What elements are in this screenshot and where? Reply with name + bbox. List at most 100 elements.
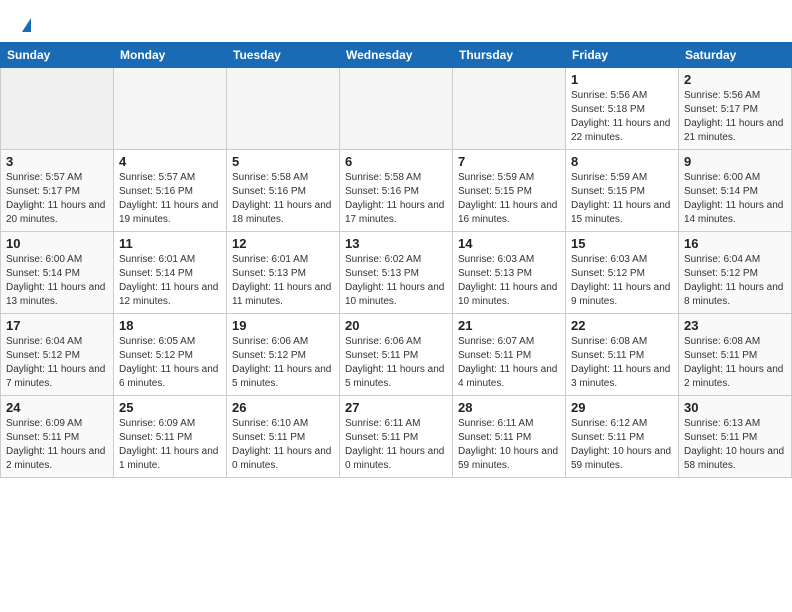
day-number: 27: [345, 400, 447, 415]
day-info: Sunrise: 6:08 AMSunset: 5:11 PMDaylight:…: [684, 335, 786, 391]
calendar-cell: 16 Sunrise: 6:04 AMSunset: 5:12 PMDayligh…: [679, 232, 792, 314]
calendar-cell: 13 Sunrise: 6:02 AMSunset: 5:13 PMDayligh…: [340, 232, 453, 314]
day-number: 22: [571, 318, 673, 333]
day-number: 28: [458, 400, 560, 415]
day-info: Sunrise: 5:58 AMSunset: 5:16 PMDaylight:…: [345, 171, 447, 227]
calendar-cell: 2 Sunrise: 5:56 AMSunset: 5:17 PMDaylight…: [679, 68, 792, 150]
calendar-cell: 7Sunrise: 5:59 AMSunset: 5:15 PMDaylight…: [453, 150, 566, 232]
calendar-cell: 9Sunrise: 6:00 AMSunset: 5:14 PMDaylight…: [679, 150, 792, 232]
calendar-cell: 21 Sunrise: 6:07 AMSunset: 5:11 PMDayligh…: [453, 314, 566, 396]
weekday-header-saturday: Saturday: [679, 43, 792, 68]
day-number: 17: [6, 318, 108, 333]
day-info: Sunrise: 6:11 AMSunset: 5:11 PMDaylight:…: [458, 417, 560, 473]
day-number: 24: [6, 400, 108, 415]
calendar-cell: [453, 68, 566, 150]
day-number: 20: [345, 318, 447, 333]
day-number: 6: [345, 154, 447, 169]
day-info: Sunrise: 6:05 AMSunset: 5:12 PMDaylight:…: [119, 335, 221, 391]
day-info: Sunrise: 6:03 AMSunset: 5:13 PMDaylight:…: [458, 253, 560, 309]
calendar-cell: 29 Sunrise: 6:12 AMSunset: 5:11 PMDayligh…: [566, 396, 679, 478]
calendar-cell: 11 Sunrise: 6:01 AMSunset: 5:14 PMDayligh…: [114, 232, 227, 314]
day-number: 13: [345, 236, 447, 251]
day-info: Sunrise: 5:57 AMSunset: 5:17 PMDaylight:…: [6, 171, 108, 227]
calendar-cell: 1 Sunrise: 5:56 AMSunset: 5:18 PMDaylight…: [566, 68, 679, 150]
calendar-cell: 26 Sunrise: 6:10 AMSunset: 5:11 PMDayligh…: [227, 396, 340, 478]
calendar-cell: 10Sunrise: 6:00 AMSunset: 5:14 PMDayligh…: [1, 232, 114, 314]
calendar-cell: 5 Sunrise: 5:58 AMSunset: 5:16 PMDaylight…: [227, 150, 340, 232]
day-info: Sunrise: 6:03 AMSunset: 5:12 PMDaylight:…: [571, 253, 673, 309]
day-info: Sunrise: 5:56 AMSunset: 5:18 PMDaylight:…: [571, 89, 673, 145]
day-info: Sunrise: 6:07 AMSunset: 5:11 PMDaylight:…: [458, 335, 560, 391]
calendar-cell: 15 Sunrise: 6:03 AMSunset: 5:12 PMDayligh…: [566, 232, 679, 314]
calendar-cell: 12 Sunrise: 6:01 AMSunset: 5:13 PMDayligh…: [227, 232, 340, 314]
calendar-cell: 6 Sunrise: 5:58 AMSunset: 5:16 PMDaylight…: [340, 150, 453, 232]
day-info: Sunrise: 6:01 AMSunset: 5:13 PMDaylight:…: [232, 253, 334, 309]
day-number: 15: [571, 236, 673, 251]
weekday-header-wednesday: Wednesday: [340, 43, 453, 68]
day-number: 12: [232, 236, 334, 251]
day-number: 23: [684, 318, 786, 333]
day-info: Sunrise: 6:11 AMSunset: 5:11 PMDaylight:…: [345, 417, 447, 473]
day-number: 18: [119, 318, 221, 333]
calendar-cell: 30 Sunrise: 6:13 AMSunset: 5:11 PMDayligh…: [679, 396, 792, 478]
day-number: 5: [232, 154, 334, 169]
page: SundayMondayTuesdayWednesdayThursdayFrid…: [0, 0, 792, 478]
day-info: Sunrise: 6:10 AMSunset: 5:11 PMDaylight:…: [232, 417, 334, 473]
day-info: Sunrise: 6:01 AMSunset: 5:14 PMDaylight:…: [119, 253, 221, 309]
weekday-header-sunday: Sunday: [1, 43, 114, 68]
weekday-header-friday: Friday: [566, 43, 679, 68]
day-info: Sunrise: 6:04 AMSunset: 5:12 PMDaylight:…: [684, 253, 786, 309]
header: [0, 0, 792, 42]
logo-triangle-icon: [22, 18, 31, 32]
weekday-header-monday: Monday: [114, 43, 227, 68]
weekday-header-tuesday: Tuesday: [227, 43, 340, 68]
calendar-cell: 27 Sunrise: 6:11 AMSunset: 5:11 PMDayligh…: [340, 396, 453, 478]
day-info: Sunrise: 6:06 AMSunset: 5:12 PMDaylight:…: [232, 335, 334, 391]
calendar-cell: 20 Sunrise: 6:06 AMSunset: 5:11 PMDayligh…: [340, 314, 453, 396]
calendar-cell: 19 Sunrise: 6:06 AMSunset: 5:12 PMDayligh…: [227, 314, 340, 396]
day-info: Sunrise: 6:00 AMSunset: 5:14 PMDaylight:…: [6, 253, 108, 309]
calendar-cell: 3 Sunrise: 5:57 AMSunset: 5:17 PMDaylight…: [1, 150, 114, 232]
calendar-cell: 24 Sunrise: 6:09 AMSunset: 5:11 PMDayligh…: [1, 396, 114, 478]
day-info: Sunrise: 6:09 AMSunset: 5:11 PMDaylight:…: [6, 417, 108, 473]
day-info: Sunrise: 6:02 AMSunset: 5:13 PMDaylight:…: [345, 253, 447, 309]
day-number: 14: [458, 236, 560, 251]
calendar-cell: 4 Sunrise: 5:57 AMSunset: 5:16 PMDaylight…: [114, 150, 227, 232]
day-info: Sunrise: 5:56 AMSunset: 5:17 PMDaylight:…: [684, 89, 786, 145]
day-number: 4: [119, 154, 221, 169]
day-number: 2: [684, 72, 786, 87]
calendar-cell: [114, 68, 227, 150]
calendar: SundayMondayTuesdayWednesdayThursdayFrid…: [0, 42, 792, 478]
day-info: Sunrise: 6:12 AMSunset: 5:11 PMDaylight:…: [571, 417, 673, 473]
calendar-cell: 17 Sunrise: 6:04 AMSunset: 5:12 PMDayligh…: [1, 314, 114, 396]
calendar-cell: [227, 68, 340, 150]
day-number: 8: [571, 154, 673, 169]
calendar-cell: [340, 68, 453, 150]
day-number: 3: [6, 154, 108, 169]
calendar-cell: 25Sunrise: 6:09 AMSunset: 5:11 PMDayligh…: [114, 396, 227, 478]
weekday-header-thursday: Thursday: [453, 43, 566, 68]
day-info: Sunrise: 6:08 AMSunset: 5:11 PMDaylight:…: [571, 335, 673, 391]
day-info: Sunrise: 5:59 AMSunset: 5:15 PMDaylight:…: [571, 171, 673, 227]
calendar-cell: 14 Sunrise: 6:03 AMSunset: 5:13 PMDayligh…: [453, 232, 566, 314]
logo: [20, 18, 31, 32]
day-number: 30: [684, 400, 786, 415]
day-info: Sunrise: 5:59 AMSunset: 5:15 PMDaylight:…: [458, 171, 560, 227]
day-info: Sunrise: 5:58 AMSunset: 5:16 PMDaylight:…: [232, 171, 334, 227]
day-info: Sunrise: 6:04 AMSunset: 5:12 PMDaylight:…: [6, 335, 108, 391]
day-number: 11: [119, 236, 221, 251]
day-number: 21: [458, 318, 560, 333]
day-number: 26: [232, 400, 334, 415]
day-number: 19: [232, 318, 334, 333]
day-number: 1: [571, 72, 673, 87]
calendar-cell: 22 Sunrise: 6:08 AMSunset: 5:11 PMDayligh…: [566, 314, 679, 396]
day-number: 29: [571, 400, 673, 415]
day-info: Sunrise: 6:13 AMSunset: 5:11 PMDaylight:…: [684, 417, 786, 473]
calendar-cell: 8 Sunrise: 5:59 AMSunset: 5:15 PMDaylight…: [566, 150, 679, 232]
day-number: 16: [684, 236, 786, 251]
day-info: Sunrise: 5:57 AMSunset: 5:16 PMDaylight:…: [119, 171, 221, 227]
day-number: 9: [684, 154, 786, 169]
day-number: 25: [119, 400, 221, 415]
day-info: Sunrise: 6:06 AMSunset: 5:11 PMDaylight:…: [345, 335, 447, 391]
calendar-cell: [1, 68, 114, 150]
